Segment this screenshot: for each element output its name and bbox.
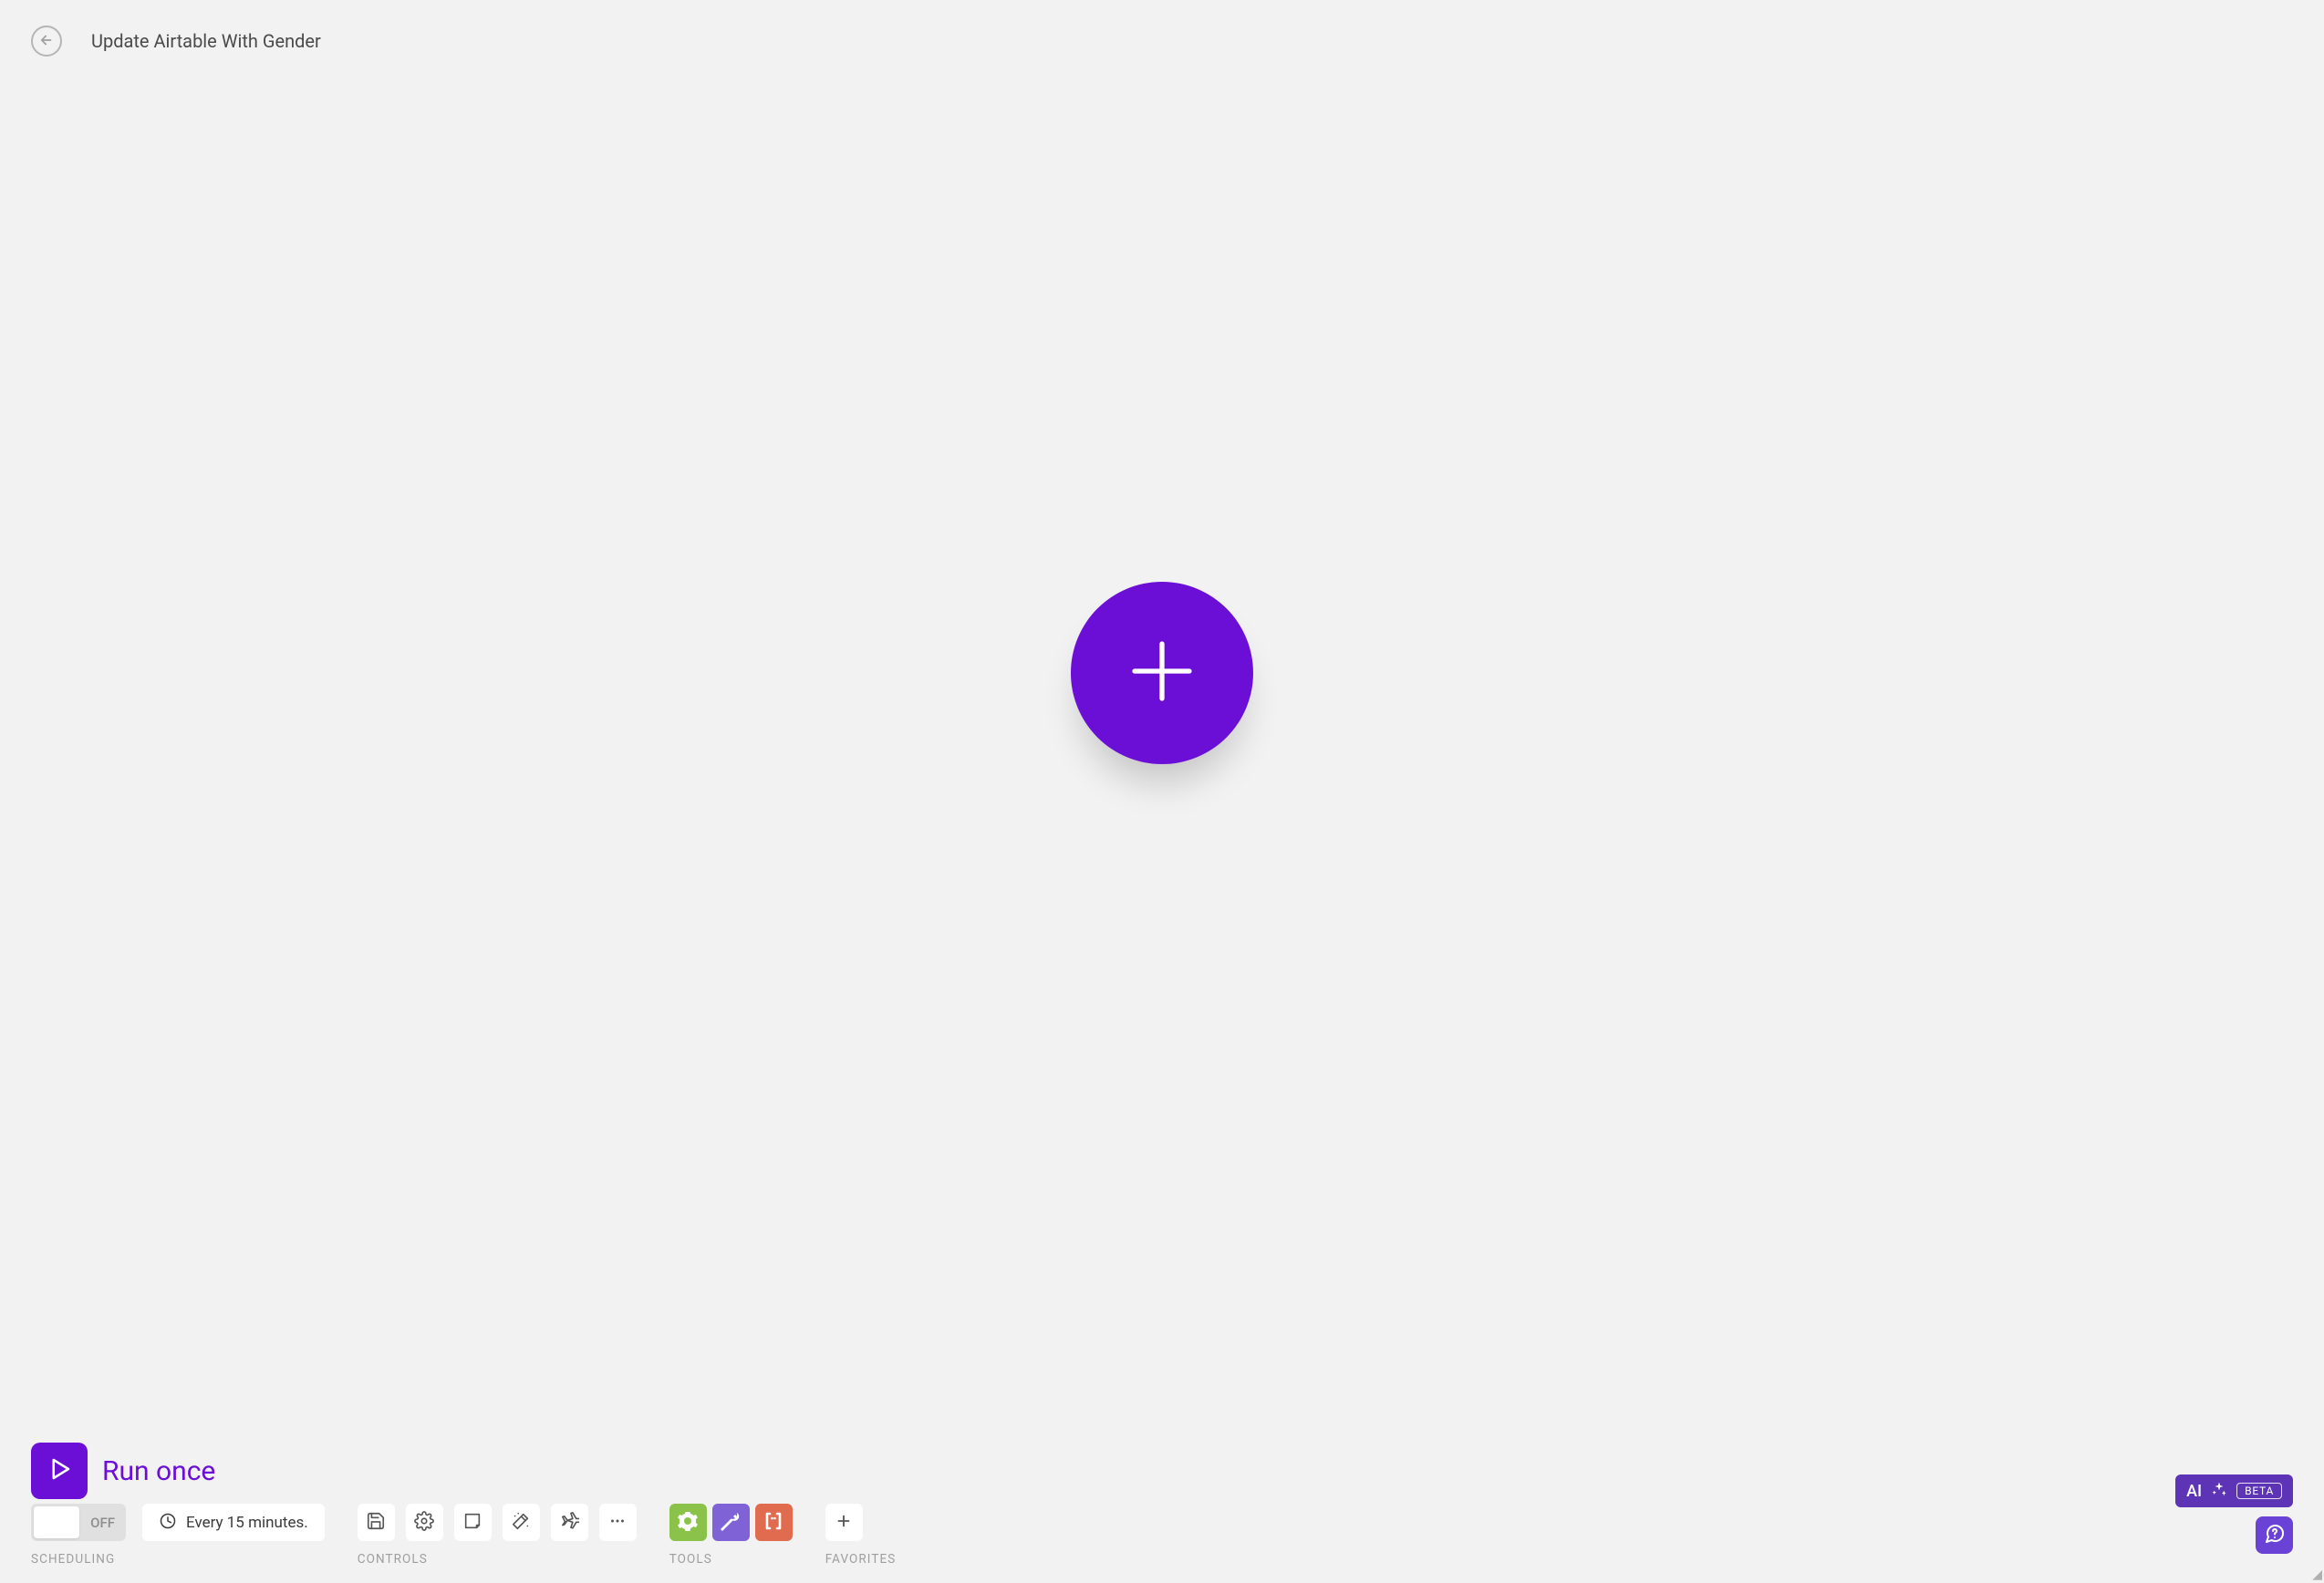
- schedule-interval-button[interactable]: Every 15 minutes.: [142, 1504, 325, 1541]
- clock-icon: [159, 1512, 177, 1534]
- scheduling-toggle[interactable]: OFF: [31, 1504, 126, 1541]
- auto-align-button[interactable]: [503, 1504, 540, 1541]
- run-row: Run once: [31, 1443, 215, 1499]
- favorites-group: FAVORITES: [825, 1504, 897, 1567]
- ai-label: AI: [2186, 1482, 2202, 1501]
- toggle-state-label: OFF: [90, 1515, 115, 1531]
- arrow-left-icon: [38, 32, 55, 51]
- wand-icon: [511, 1511, 531, 1535]
- toggle-knob: [34, 1506, 79, 1538]
- more-button[interactable]: [599, 1504, 637, 1541]
- schedule-interval-label: Every 15 minutes.: [186, 1514, 308, 1532]
- airplane-icon: [559, 1511, 579, 1535]
- back-button[interactable]: [31, 26, 62, 57]
- text-parser-tool[interactable]: [755, 1504, 793, 1541]
- run-once-button[interactable]: [31, 1443, 88, 1499]
- gear-icon: [414, 1511, 434, 1535]
- help-button[interactable]: [2256, 1516, 2293, 1554]
- add-module-button[interactable]: [1071, 582, 1253, 764]
- settings-button[interactable]: [406, 1504, 443, 1541]
- tools-section-label: TOOLS: [669, 1552, 793, 1567]
- header: Update Airtable With Gender: [31, 26, 321, 57]
- note-icon: [462, 1511, 482, 1535]
- sparkle-icon: [2211, 1481, 2227, 1501]
- scheduling-group: OFF Every 15 minutes. SCHEDULING: [31, 1504, 325, 1567]
- beta-badge: BETA: [2236, 1483, 2282, 1499]
- plus-small-icon: [834, 1511, 854, 1535]
- wrench-icon: [720, 1510, 742, 1536]
- save-button[interactable]: [358, 1504, 395, 1541]
- brackets-icon: [763, 1510, 784, 1536]
- tools-tool[interactable]: [712, 1504, 750, 1541]
- flow-control-tool[interactable]: [669, 1504, 707, 1541]
- favorites-section-label: FAVORITES: [825, 1552, 897, 1567]
- right-stack: AI BETA: [2175, 1474, 2293, 1554]
- controls-section-label: CONTROLS: [358, 1552, 637, 1567]
- play-icon: [46, 1455, 73, 1486]
- bottom-bar: OFF Every 15 minutes. SCHEDULING: [31, 1504, 2293, 1567]
- app-canvas: Update Airtable With Gender Run once: [0, 0, 2324, 1583]
- scheduling-section-label: SCHEDULING: [31, 1552, 325, 1567]
- more-icon: [607, 1511, 628, 1535]
- explain-flow-button[interactable]: [551, 1504, 588, 1541]
- gear-filled-icon: [677, 1510, 699, 1536]
- tools-group: TOOLS: [669, 1504, 793, 1567]
- add-favorite-button[interactable]: [825, 1504, 863, 1541]
- scenario-title[interactable]: Update Airtable With Gender: [91, 30, 321, 52]
- resize-corner-icon: ◢: [2312, 1568, 2322, 1581]
- controls-group: CONTROLS: [358, 1504, 637, 1567]
- ai-assistant-button[interactable]: AI BETA: [2175, 1474, 2293, 1507]
- plus-icon: [1126, 635, 1198, 711]
- run-once-label: Run once: [102, 1455, 215, 1487]
- notes-button[interactable]: [454, 1504, 492, 1541]
- save-icon: [366, 1511, 386, 1535]
- help-icon: [2264, 1523, 2286, 1548]
